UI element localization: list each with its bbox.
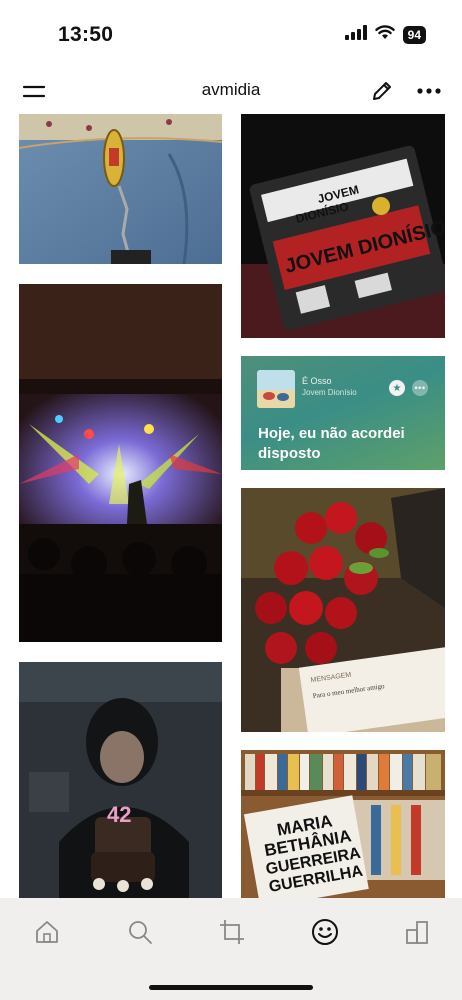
tab-home[interactable] — [25, 912, 69, 952]
more-options-button[interactable] — [413, 76, 445, 106]
ellipsis-icon: ••• — [414, 383, 426, 393]
photo-jeans-keychain[interactable] — [19, 114, 222, 264]
music-more-button[interactable]: ••• — [412, 380, 428, 396]
album-art — [257, 370, 295, 408]
battery-level: 94 — [402, 26, 426, 44]
photo-concert[interactable] — [19, 284, 222, 642]
photo-feed[interactable]: JOVEM DIONÍSIO JOVEM DIONÍSIO MENSAGEM P… — [0, 114, 462, 900]
lyric-text: Hoje, eu não acordei disposto — [258, 425, 405, 462]
star-icon: ★ — [392, 382, 402, 394]
photo-roses[interactable]: MENSAGEM Para o meu melhor amigo — [241, 488, 445, 732]
tab-search[interactable] — [118, 912, 162, 952]
ellipsis-icon — [417, 88, 441, 94]
track-title: É Osso — [302, 376, 332, 386]
pencil-icon — [373, 82, 391, 100]
search-icon — [129, 921, 152, 944]
building-icon — [406, 921, 428, 944]
status-icons: 94 — [344, 25, 426, 45]
status-bar: 13:50 94 — [0, 0, 462, 66]
tab-profile[interactable] — [303, 912, 347, 952]
tab-crop[interactable] — [210, 912, 254, 952]
cake-candle-number: 42 — [107, 802, 131, 827]
home-icon — [36, 921, 58, 943]
home-indicator[interactable] — [149, 985, 313, 990]
smiley-icon — [312, 919, 338, 945]
crop-icon — [220, 920, 244, 944]
favorite-button[interactable]: ★ — [389, 380, 405, 396]
photo-band-tshirt[interactable]: JOVEM DIONÍSIO JOVEM DIONÍSIO — [241, 114, 445, 338]
photo-bookshelf[interactable]: MARIA BETHÂNIA GUERREIRA GUERRILHA — [241, 750, 445, 900]
app-header: avmidia — [0, 70, 462, 112]
track-artist: Jovem Dionísio — [302, 388, 357, 397]
cellular-signal-icon — [344, 25, 367, 45]
wifi-icon — [374, 25, 395, 45]
tab-library[interactable] — [395, 912, 439, 952]
photo-birthday-cake[interactable]: 42 — [19, 662, 222, 900]
music-card[interactable]: É Osso Jovem Dionísio ★ ••• Hoje, eu não… — [241, 356, 445, 470]
edit-button[interactable] — [366, 76, 398, 106]
status-time: 13:50 — [58, 23, 114, 46]
